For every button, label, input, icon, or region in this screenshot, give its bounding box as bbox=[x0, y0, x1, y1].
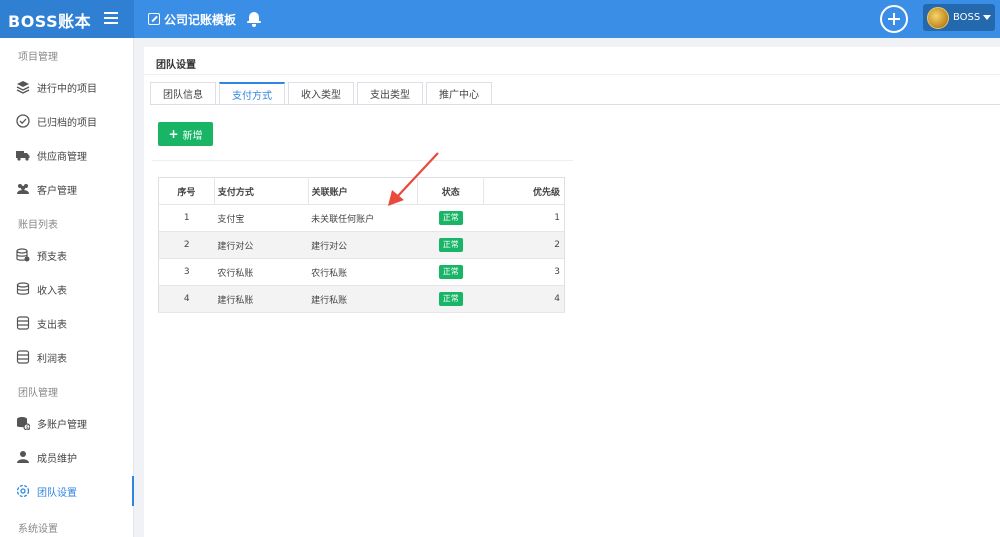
user-name: BOSS bbox=[953, 12, 981, 23]
sidebar-item-label: 利润表 bbox=[37, 353, 67, 365]
table-row[interactable]: 2 建行对公 建行对公 正常 2 bbox=[158, 231, 565, 259]
tab-expense-types[interactable]: 支出类型 bbox=[357, 82, 423, 104]
gear-icon bbox=[16, 484, 30, 498]
sidebar-item-label: 支出表 bbox=[37, 319, 67, 331]
sidebar-item-label: 成员维护 bbox=[37, 453, 77, 465]
sidebar-item-label: 客户管理 bbox=[37, 185, 77, 197]
bell-icon[interactable] bbox=[247, 11, 261, 27]
sidebar-item-income[interactable]: 收入表 bbox=[0, 274, 134, 304]
row-priority: 3 bbox=[483, 258, 565, 286]
sidebar-item-profit[interactable]: 利润表 bbox=[0, 342, 134, 372]
database-icon bbox=[16, 282, 30, 296]
sidebar-item-members[interactable]: 成员维护 bbox=[0, 442, 134, 472]
sidebar-item-customers[interactable]: 客户管理 bbox=[0, 174, 134, 204]
brand-area: BOSS账本 bbox=[0, 0, 134, 38]
database-dollar-icon: $ bbox=[16, 416, 31, 431]
tab-income-types[interactable]: 收入类型 bbox=[288, 82, 354, 104]
divider bbox=[144, 74, 1000, 75]
sidebar-section-projects: 项目管理 bbox=[18, 52, 58, 63]
ledger-title-link[interactable]: 公司记账模板 bbox=[148, 10, 236, 28]
tab-payment-methods[interactable]: 支付方式 bbox=[219, 82, 285, 104]
row-payment-method: 农行私账 bbox=[214, 258, 309, 286]
row-index: 4 bbox=[158, 285, 215, 313]
table-row[interactable]: 3 农行私账 农行私账 正常 3 bbox=[158, 258, 565, 286]
sidebar-item-label: 预支表 bbox=[37, 251, 67, 263]
tab-promotion-center[interactable]: 推广中心 bbox=[426, 82, 492, 104]
sidebar-section-system: 系统设置 bbox=[18, 524, 58, 535]
sidebar-item-label: 多账户管理 bbox=[37, 419, 87, 431]
users-icon bbox=[16, 182, 30, 196]
add-payment-method-button[interactable]: + 新增 bbox=[158, 122, 213, 146]
column-header-priority: 优先级 bbox=[483, 177, 565, 205]
user-icon bbox=[16, 450, 30, 464]
row-priority: 1 bbox=[483, 204, 565, 232]
row-linked-account: 农行私账 bbox=[308, 258, 418, 286]
top-header: BOSS账本 公司记账模板 BOSS bbox=[0, 0, 1000, 38]
sidebar-item-label: 进行中的项目 bbox=[37, 83, 97, 95]
sidebar-section-team: 团队管理 bbox=[18, 388, 58, 399]
sidebar-item-label: 供应商管理 bbox=[37, 151, 87, 163]
tabs-underline bbox=[150, 104, 1000, 105]
row-priority: 4 bbox=[483, 285, 565, 313]
add-button-label: 新增 bbox=[182, 130, 203, 142]
sidebar-item-label: 已归档的项目 bbox=[37, 117, 97, 129]
payment-methods-table: 序号 支付方式 关联账户 状态 优先级 1 支付宝 未关联任何账户 正常 1 2… bbox=[158, 177, 565, 313]
sidebar-item-archived-projects[interactable]: 已归档的项目 bbox=[0, 106, 134, 136]
status-badge: 正常 bbox=[438, 238, 463, 252]
table-row[interactable]: 1 支付宝 未关联任何账户 正常 1 bbox=[158, 204, 565, 232]
sidebar-section-accounts: 账目列表 bbox=[18, 220, 58, 231]
database-icon bbox=[16, 248, 30, 262]
status-badge: 正常 bbox=[438, 211, 463, 225]
avatar bbox=[927, 6, 949, 29]
table-header-row: 序号 支付方式 关联账户 状态 优先级 bbox=[158, 177, 565, 205]
sidebar: 项目管理 进行中的项目 已归档的项目 供应商管理 客户管理 账目列表 预支表 收… bbox=[0, 38, 134, 537]
check-circle-icon bbox=[16, 114, 30, 128]
annotation-arrow-icon bbox=[388, 152, 439, 206]
ledger-title: 公司记账模板 bbox=[164, 12, 237, 27]
divider bbox=[152, 160, 573, 161]
settings-tabs: 团队信息 支付方式 收入类型 支出类型 推广中心 bbox=[150, 82, 495, 104]
layers-icon bbox=[16, 80, 30, 94]
row-payment-method: 建行私账 bbox=[214, 285, 309, 313]
column-header-index: 序号 bbox=[158, 177, 215, 205]
svg-text:$: $ bbox=[26, 425, 29, 430]
team-settings-panel: 团队设置 团队信息 支付方式 收入类型 支出类型 推广中心 + 新增 序号 支付… bbox=[144, 47, 1000, 537]
row-linked-account: 建行私账 bbox=[308, 285, 418, 313]
sidebar-item-team-settings[interactable]: 团队设置 bbox=[0, 476, 134, 506]
database-icon bbox=[16, 316, 30, 330]
edit-icon bbox=[148, 13, 160, 25]
page-title: 团队设置 bbox=[156, 60, 196, 71]
sidebar-item-label: 团队设置 bbox=[37, 487, 77, 499]
truck-icon bbox=[16, 148, 30, 162]
database-icon bbox=[16, 350, 30, 364]
row-status: 正常 bbox=[417, 231, 484, 259]
add-circle-button[interactable] bbox=[880, 5, 908, 33]
tab-team-info[interactable]: 团队信息 bbox=[150, 82, 216, 104]
row-payment-method: 支付宝 bbox=[214, 204, 309, 232]
hamburger-menu-icon[interactable] bbox=[104, 12, 118, 24]
row-index: 3 bbox=[158, 258, 215, 286]
row-index: 2 bbox=[158, 231, 215, 259]
user-menu-dropdown[interactable]: BOSS bbox=[923, 4, 995, 31]
sidebar-item-multi-account[interactable]: $ 多账户管理 bbox=[0, 408, 134, 438]
row-priority: 2 bbox=[483, 231, 565, 259]
row-payment-method: 建行对公 bbox=[214, 231, 309, 259]
sidebar-item-suppliers[interactable]: 供应商管理 bbox=[0, 140, 134, 170]
row-linked-account: 建行对公 bbox=[308, 231, 418, 259]
sidebar-item-expense[interactable]: 支出表 bbox=[0, 308, 134, 338]
column-header-payment-method: 支付方式 bbox=[214, 177, 309, 205]
status-badge: 正常 bbox=[438, 265, 463, 279]
row-status: 正常 bbox=[417, 258, 484, 286]
row-index: 1 bbox=[158, 204, 215, 232]
sidebar-item-active-projects[interactable]: 进行中的项目 bbox=[0, 72, 134, 102]
status-badge: 正常 bbox=[438, 292, 463, 306]
brand-logo-text: BOSS账本 bbox=[8, 12, 92, 31]
caret-down-icon bbox=[983, 15, 992, 20]
sidebar-item-advance[interactable]: 预支表 bbox=[0, 240, 134, 270]
sidebar-item-label: 收入表 bbox=[37, 285, 67, 297]
table-row[interactable]: 4 建行私账 建行私账 正常 4 bbox=[158, 285, 565, 313]
row-status: 正常 bbox=[417, 285, 484, 313]
plus-icon: + bbox=[168, 127, 179, 141]
